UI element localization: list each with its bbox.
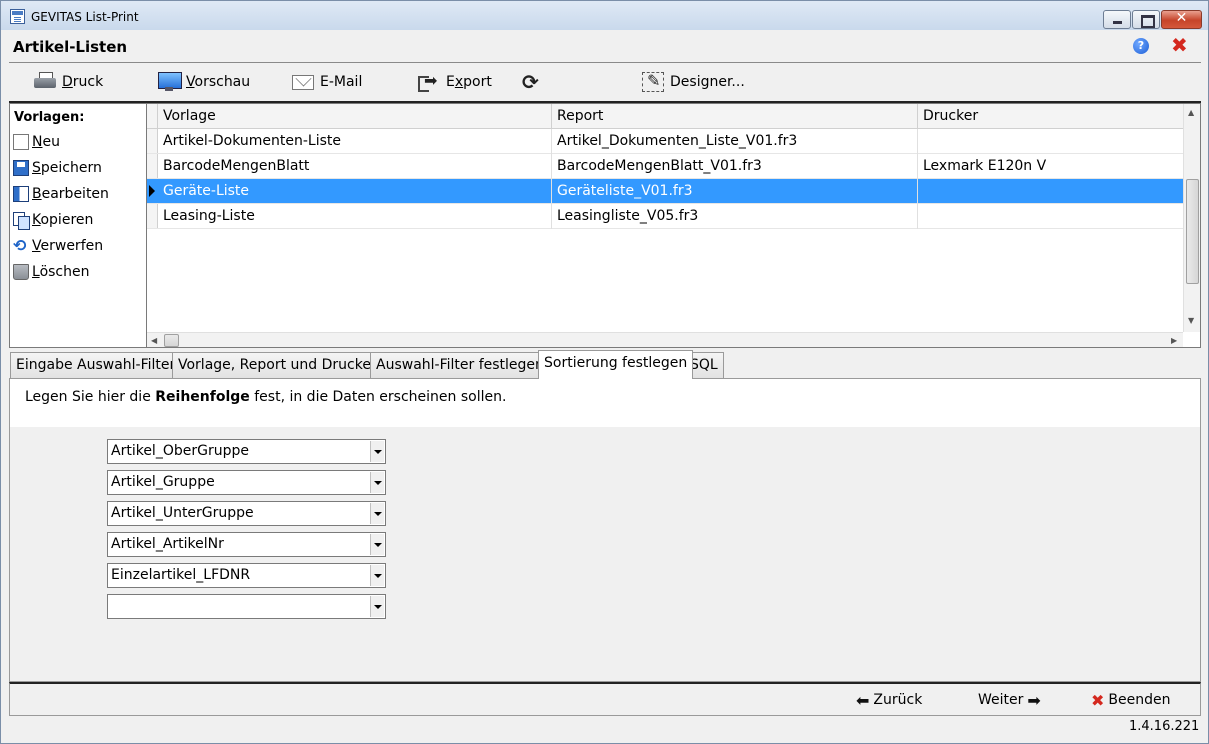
printer-icon bbox=[34, 72, 56, 92]
help-icon[interactable]: ? bbox=[1133, 38, 1149, 54]
designer-button[interactable]: Designer... bbox=[642, 69, 745, 95]
chevron-down-icon[interactable] bbox=[370, 596, 384, 617]
vertical-scroll-thumb[interactable] bbox=[1186, 179, 1199, 284]
form-title: Artikel-Listen bbox=[13, 38, 128, 56]
window-close-button[interactable]: ✕ bbox=[1161, 10, 1202, 29]
tab-vorlage-report-drucker[interactable]: Vorlage, Report und Drucker bbox=[172, 352, 383, 378]
close-form-icon[interactable]: ✖ bbox=[1171, 33, 1188, 57]
maximize-button[interactable] bbox=[1132, 10, 1160, 29]
sort-field-select-3[interactable]: Artikel_UnterGruppe bbox=[107, 501, 386, 526]
back-button[interactable]: ⬅ Zurück bbox=[856, 690, 922, 710]
next-button[interactable]: Weiter ➡ bbox=[978, 690, 1041, 710]
save-template-button[interactable]: Speichern bbox=[13, 158, 102, 178]
arrow-right-icon: ➡ bbox=[1027, 690, 1041, 710]
scroll-up-icon[interactable]: ▲ bbox=[1188, 108, 1194, 117]
save-icon bbox=[13, 160, 29, 176]
window-title: GEVITAS List-Print bbox=[31, 10, 139, 24]
export-label: Export bbox=[446, 74, 492, 90]
sort-field-select-5[interactable]: Einzelartikel_LFDNR bbox=[107, 563, 386, 588]
scroll-right-icon[interactable]: ▶ bbox=[1171, 336, 1177, 345]
discard-template-button[interactable]: ⟲ Verwerfen bbox=[13, 236, 103, 256]
export-icon bbox=[418, 71, 440, 92]
edit-icon bbox=[13, 186, 29, 202]
horizontal-scroll-thumb[interactable] bbox=[164, 334, 179, 347]
minimize-button[interactable] bbox=[1103, 10, 1131, 29]
copy-template-button[interactable]: Kopieren bbox=[13, 210, 93, 230]
sort-field-select-2[interactable]: Artikel_Gruppe bbox=[107, 470, 386, 495]
table-row[interactable]: Artikel-Dokumenten-Liste Artikel_Dokumen… bbox=[147, 129, 1183, 154]
chevron-down-icon[interactable] bbox=[370, 441, 384, 462]
close-icon: ✖ bbox=[1091, 690, 1105, 710]
copy-icon bbox=[13, 212, 30, 230]
email-label: E-Mail bbox=[320, 74, 363, 90]
column-header-vorlage[interactable]: Vorlage bbox=[158, 104, 552, 129]
chevron-down-icon[interactable] bbox=[370, 534, 384, 555]
quit-button[interactable]: ✖ Beenden bbox=[1091, 690, 1170, 710]
header-divider bbox=[9, 62, 1201, 63]
edit-template-button[interactable]: Bearbeiten bbox=[13, 184, 109, 204]
tab-sortierung-festlegen[interactable]: Sortierung festlegen bbox=[538, 350, 694, 379]
sort-instruction: Legen Sie hier die Reihenfolge fest, in … bbox=[25, 389, 507, 405]
new-document-icon bbox=[13, 134, 29, 150]
table-row[interactable]: Leasing-Liste Leasingliste_V05.fr3 bbox=[147, 204, 1183, 229]
current-row-marker bbox=[149, 185, 155, 197]
trash-icon bbox=[13, 264, 29, 280]
chevron-down-icon[interactable] bbox=[370, 565, 384, 586]
column-header-drucker[interactable]: Drucker bbox=[918, 104, 1183, 129]
grid-horizontal-scrollbar[interactable]: ◀ ▶ bbox=[147, 332, 1183, 347]
close-icon: ✕ bbox=[1175, 10, 1188, 26]
window-body: Artikel-Listen ? ✖ Druck Vorschau E-Mail… bbox=[0, 30, 1209, 744]
tab-auswahl-filter-festlegen[interactable]: Auswahl-Filter festlegen bbox=[370, 352, 550, 378]
window-titlebar: GEVITAS List-Print ✕ bbox=[0, 0, 1209, 30]
table-row-selected[interactable]: Geräte-Liste Geräteliste_V01.fr3 bbox=[147, 179, 1183, 204]
export-button[interactable]: Export bbox=[418, 69, 492, 95]
sort-field-select-1[interactable]: Artikel_OberGruppe bbox=[107, 439, 386, 464]
designer-icon bbox=[642, 71, 664, 92]
discard-icon: ⟲ bbox=[13, 236, 27, 255]
tab-eingabe-auswahl-filter[interactable]: Eingabe Auswahl-Filter bbox=[10, 352, 182, 378]
monitor-icon bbox=[158, 72, 182, 92]
refresh-icon: ⟳ bbox=[522, 70, 539, 94]
mail-icon bbox=[292, 74, 314, 90]
version-label: 1.4.16.221 bbox=[1129, 719, 1200, 734]
vorlagen-title: Vorlagen: bbox=[14, 110, 85, 125]
templates-grid: Vorlage Report Drucker Artikel-Dokumente… bbox=[147, 103, 1201, 348]
refresh-button[interactable]: ⟳ bbox=[522, 69, 539, 95]
scroll-left-icon[interactable]: ◀ bbox=[151, 336, 157, 345]
arrow-left-icon: ⬅ bbox=[856, 690, 870, 710]
grid-vertical-scrollbar[interactable]: ▲ ▼ bbox=[1183, 104, 1200, 332]
preview-button[interactable]: Vorschau bbox=[158, 69, 250, 95]
print-label: Druck bbox=[62, 74, 104, 90]
email-button[interactable]: E-Mail bbox=[292, 69, 362, 95]
grid-header: Vorlage Report Drucker bbox=[147, 104, 1183, 129]
vorlagen-panel: Vorlagen: Neu Speichern Bearbeiten Kopie… bbox=[9, 103, 147, 348]
chevron-down-icon[interactable] bbox=[370, 472, 384, 493]
new-template-button[interactable]: Neu bbox=[13, 132, 60, 152]
app-icon bbox=[10, 9, 25, 24]
scroll-down-icon[interactable]: ▼ bbox=[1188, 316, 1194, 325]
delete-template-button[interactable]: Löschen bbox=[13, 262, 89, 282]
sortierung-panel: Legen Sie hier die Reihenfolge fest, in … bbox=[9, 378, 1201, 682]
column-header-report[interactable]: Report bbox=[552, 104, 918, 129]
chevron-down-icon[interactable] bbox=[370, 503, 384, 524]
designer-label: Designer... bbox=[670, 74, 745, 90]
preview-label: Vorschau bbox=[186, 74, 251, 90]
table-row[interactable]: BarcodeMengenBlatt BarcodeMengenBlatt_V0… bbox=[147, 154, 1183, 179]
sort-field-select-6[interactable] bbox=[107, 594, 386, 619]
print-button[interactable]: Druck bbox=[34, 69, 103, 95]
sort-field-select-4[interactable]: Artikel_ArtikelNr bbox=[107, 532, 386, 557]
